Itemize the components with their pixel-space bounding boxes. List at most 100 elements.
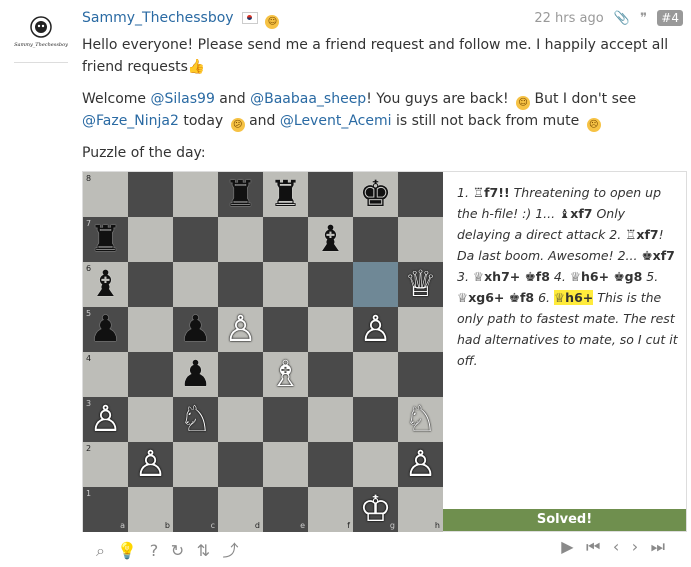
board-square-g7[interactable] [353, 217, 398, 262]
board-square-e1[interactable]: e [263, 487, 308, 532]
board-square-b2[interactable]: ♙ [128, 442, 173, 487]
board-square-h8[interactable] [398, 172, 443, 217]
mention-levent-acemi[interactable]: @Levent_Acemi [280, 113, 392, 129]
board-square-e2[interactable] [263, 442, 308, 487]
board-square-h2[interactable]: ♙ [398, 442, 443, 487]
flip-board-icon[interactable]: ⇅ [197, 541, 210, 560]
board-square-e6[interactable] [263, 262, 308, 307]
board-square-f6[interactable] [308, 262, 353, 307]
move[interactable]: ♕xh7+ ♚f8 [473, 269, 550, 284]
board-square-f5[interactable] [308, 307, 353, 352]
board-square-b6[interactable] [128, 262, 173, 307]
board-square-b8[interactable] [128, 172, 173, 217]
chess-board[interactable]: 8 ♜ ♜ ♚ 7 ♜ ♝ 6 ♝ ♕ 5 ♟ ♟ ♙ ♙ 4 ♟ ♗ 3 ♙ ♘ ♘ 2 ♙ ♙ 1 a b c d e f g ♔ h [83, 172, 443, 532]
play-icon[interactable]: ▶ [561, 537, 573, 556]
board-square-d7[interactable] [218, 217, 263, 262]
board-square-e7[interactable] [263, 217, 308, 262]
move[interactable]: ♚xf7 [641, 248, 674, 263]
board-square-g1[interactable]: g ♔ [353, 487, 398, 532]
share-icon[interactable]: ⤴ [222, 537, 238, 561]
move[interactable]: ♕xg6+ ♚f8 [457, 290, 534, 305]
black-pawn-icon[interactable]: ♟ [173, 307, 218, 352]
board-square-d4[interactable] [218, 352, 263, 397]
zoom-icon[interactable]: ⌕ [96, 541, 105, 561]
board-square-c8[interactable] [173, 172, 218, 217]
black-rook-icon[interactable]: ♜ [83, 217, 128, 262]
white-pawn-icon[interactable]: ♙ [218, 307, 263, 352]
previous-move-icon[interactable]: ‹ [613, 537, 619, 556]
board-square-h1[interactable]: h [398, 487, 443, 532]
mention-silas99[interactable]: @Silas99 [151, 91, 215, 107]
board-square-c3[interactable]: ♘ [173, 397, 218, 442]
move[interactable]: ♖xf7 [625, 227, 658, 242]
black-bishop-icon[interactable]: ♝ [308, 217, 353, 262]
board-square-g5[interactable]: ♙ [353, 307, 398, 352]
move[interactable]: ♖f7!! [473, 185, 510, 200]
board-square-f3[interactable] [308, 397, 353, 442]
board-square-a5[interactable]: 5 ♟ [83, 307, 128, 352]
move[interactable]: ♕h6+ ♚g8 [570, 269, 642, 284]
white-pawn-icon[interactable]: ♙ [83, 397, 128, 442]
board-square-a2[interactable]: 2 [83, 442, 128, 487]
board-square-b3[interactable] [128, 397, 173, 442]
board-square-g6[interactable] [353, 262, 398, 307]
black-king-icon[interactable]: ♚ [353, 172, 398, 217]
board-square-c6[interactable] [173, 262, 218, 307]
black-bishop-icon[interactable]: ♝ [83, 262, 128, 307]
board-square-d8[interactable]: ♜ [218, 172, 263, 217]
board-square-e3[interactable] [263, 397, 308, 442]
board-square-h3[interactable]: ♘ [398, 397, 443, 442]
post-time[interactable]: 22 hrs ago [534, 11, 603, 26]
white-knight-icon[interactable]: ♘ [398, 397, 443, 442]
hint-icon[interactable]: 💡 [117, 541, 137, 560]
board-square-d5[interactable]: ♙ [218, 307, 263, 352]
board-square-d1[interactable]: d [218, 487, 263, 532]
board-square-c5[interactable]: ♟ [173, 307, 218, 352]
avatar[interactable]: Sammy_Thechessboy [14, 12, 68, 63]
black-pawn-icon[interactable]: ♟ [83, 307, 128, 352]
black-rook-icon[interactable]: ♜ [218, 172, 263, 217]
board-square-d6[interactable] [218, 262, 263, 307]
board-square-d2[interactable] [218, 442, 263, 487]
board-square-h7[interactable] [398, 217, 443, 262]
board-square-a7[interactable]: 7 ♜ [83, 217, 128, 262]
board-square-g4[interactable] [353, 352, 398, 397]
board-square-c2[interactable] [173, 442, 218, 487]
mention-baabaa-sheep[interactable]: @Baabaa_sheep [250, 91, 366, 107]
board-square-f4[interactable] [308, 352, 353, 397]
board-square-g3[interactable] [353, 397, 398, 442]
black-pawn-icon[interactable]: ♟ [173, 352, 218, 397]
board-square-e8[interactable]: ♜ [263, 172, 308, 217]
white-king-icon[interactable]: ♔ [353, 487, 398, 532]
black-rook-icon[interactable]: ♜ [263, 172, 308, 217]
board-square-a6[interactable]: 6 ♝ [83, 262, 128, 307]
username-link[interactable]: Sammy_Thechessboy [82, 10, 234, 26]
board-square-a3[interactable]: 3 ♙ [83, 397, 128, 442]
board-square-e4[interactable]: ♗ [263, 352, 308, 397]
first-move-icon[interactable]: ⏮ [586, 537, 600, 557]
white-bishop-icon[interactable]: ♗ [263, 352, 308, 397]
help-icon[interactable]: ? [150, 541, 159, 560]
reset-icon[interactable]: ↻ [171, 541, 184, 560]
post-number-badge[interactable]: #4 [657, 10, 683, 26]
board-square-c1[interactable]: c [173, 487, 218, 532]
board-square-f8[interactable] [308, 172, 353, 217]
white-pawn-icon[interactable]: ♙ [128, 442, 173, 487]
board-square-b7[interactable] [128, 217, 173, 262]
board-square-g2[interactable] [353, 442, 398, 487]
white-pawn-icon[interactable]: ♙ [353, 307, 398, 352]
board-square-h6[interactable]: ♕ [398, 262, 443, 307]
board-square-c4[interactable]: ♟ [173, 352, 218, 397]
quote-icon[interactable]: ❞ [640, 11, 647, 26]
board-square-a4[interactable]: 4 [83, 352, 128, 397]
next-move-icon[interactable]: › [632, 537, 638, 556]
white-knight-icon[interactable]: ♘ [173, 397, 218, 442]
attachment-icon[interactable]: 📎 [614, 11, 630, 26]
board-square-b5[interactable] [128, 307, 173, 352]
board-square-a1[interactable]: 1a [83, 487, 128, 532]
board-square-f1[interactable]: f [308, 487, 353, 532]
board-square-h4[interactable] [398, 352, 443, 397]
board-square-d3[interactable] [218, 397, 263, 442]
board-square-h5[interactable] [398, 307, 443, 352]
white-queen-icon[interactable]: ♕ [398, 262, 443, 307]
